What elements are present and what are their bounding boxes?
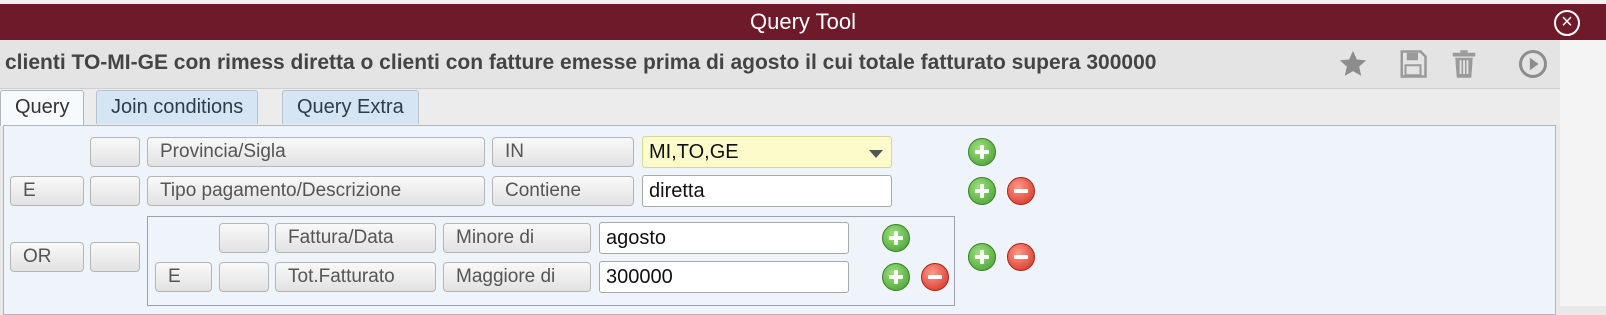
- query-header: clienti TO-MI-GE con rimess diretta o cl…: [0, 40, 1606, 89]
- tab-join-conditions[interactable]: Join conditions: [96, 90, 259, 124]
- window-title: Query Tool: [750, 9, 856, 34]
- add-condition-icon[interactable]: [882, 224, 910, 252]
- condition-modifier-button[interactable]: [90, 137, 140, 167]
- condition-value: MI,TO,GE: [649, 141, 739, 163]
- tab-bar: Query Join conditions Query Extra: [0, 89, 1606, 126]
- condition-field-button[interactable]: Provincia/Sigla: [147, 137, 485, 167]
- group-modifier-button[interactable]: [90, 242, 140, 272]
- group-joiner-button[interactable]: OR: [10, 242, 84, 272]
- trash-icon[interactable]: [1449, 49, 1479, 79]
- condition-joiner-button[interactable]: E: [155, 262, 212, 292]
- condition-operator-button[interactable]: Maggiore di: [443, 262, 591, 292]
- add-condition-icon[interactable]: [968, 177, 996, 205]
- condition-operator-button[interactable]: IN: [492, 137, 634, 167]
- remove-condition-icon[interactable]: [1007, 177, 1035, 205]
- tab-query[interactable]: Query: [0, 90, 85, 126]
- run-icon[interactable]: [1517, 49, 1549, 79]
- condition-value-input[interactable]: 300000: [599, 261, 849, 293]
- add-condition-icon[interactable]: [968, 138, 996, 166]
- tab-query-extra[interactable]: Query Extra: [282, 90, 419, 124]
- right-gutter: [1560, 40, 1606, 306]
- condition-operator-button[interactable]: Minore di: [443, 223, 591, 253]
- remove-group-icon[interactable]: [1007, 243, 1035, 271]
- remove-condition-icon[interactable]: [921, 263, 949, 291]
- condition-field-button[interactable]: Tipo pagamento/Descrizione: [147, 176, 485, 206]
- condition-operator-button[interactable]: Contiene: [492, 176, 634, 206]
- condition-value-input[interactable]: agosto: [599, 222, 849, 254]
- condition-field-button[interactable]: Tot.Fatturato: [275, 262, 436, 292]
- add-group-condition-icon[interactable]: [968, 243, 996, 271]
- condition-value-input[interactable]: diretta: [642, 175, 892, 207]
- condition-modifier-button[interactable]: [219, 223, 269, 253]
- window-titlebar: Query Tool ×: [0, 4, 1606, 40]
- query-description[interactable]: clienti TO-MI-GE con rimess diretta o cl…: [5, 51, 1156, 75]
- favorite-star-icon[interactable]: [1337, 49, 1369, 79]
- save-icon[interactable]: [1398, 49, 1428, 79]
- condition-modifier-button[interactable]: [219, 262, 269, 292]
- condition-field-button[interactable]: Fattura/Data: [275, 223, 436, 253]
- add-condition-icon[interactable]: [882, 263, 910, 291]
- condition-joiner-button[interactable]: E: [10, 176, 84, 206]
- condition-modifier-button[interactable]: [90, 176, 140, 206]
- chevron-down-icon[interactable]: [869, 150, 883, 158]
- condition-value-select[interactable]: MI,TO,GE: [642, 136, 892, 168]
- close-icon[interactable]: ×: [1554, 10, 1580, 36]
